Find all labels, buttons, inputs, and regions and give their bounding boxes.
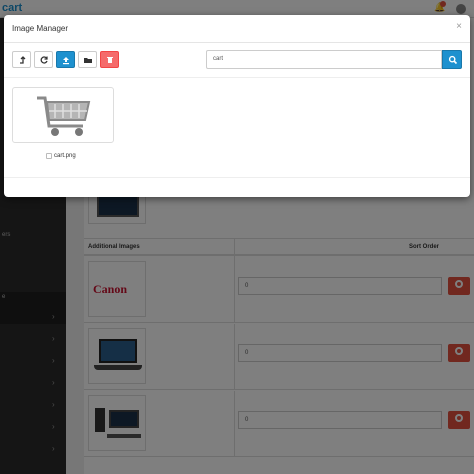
shopping-cart-icon [37,96,91,136]
folder-icon [84,58,92,63]
image-select-checkbox[interactable] [46,153,52,159]
trash-icon [107,57,113,63]
image-filename[interactable]: cart.png [54,153,76,159]
search-icon [448,55,458,65]
close-icon[interactable]: × [453,21,465,35]
upload-button[interactable] [56,51,75,68]
refresh-icon [40,56,48,64]
refresh-button[interactable] [34,51,53,68]
upload-icon [63,57,69,65]
modal-divider [4,77,470,78]
modal-title: Image Manager [12,24,69,33]
modal-divider [4,177,470,178]
search-input[interactable]: cart [206,50,442,69]
image-manager-modal: Image Manager × cart cart.png [4,15,470,197]
delete-button[interactable] [100,51,119,68]
search-button[interactable] [442,50,462,69]
parent-folder-button[interactable] [12,51,31,68]
modal-header: Image Manager × [4,15,470,43]
new-folder-button[interactable] [78,51,97,68]
level-up-icon [20,56,26,64]
image-thumbnail[interactable] [12,87,114,143]
